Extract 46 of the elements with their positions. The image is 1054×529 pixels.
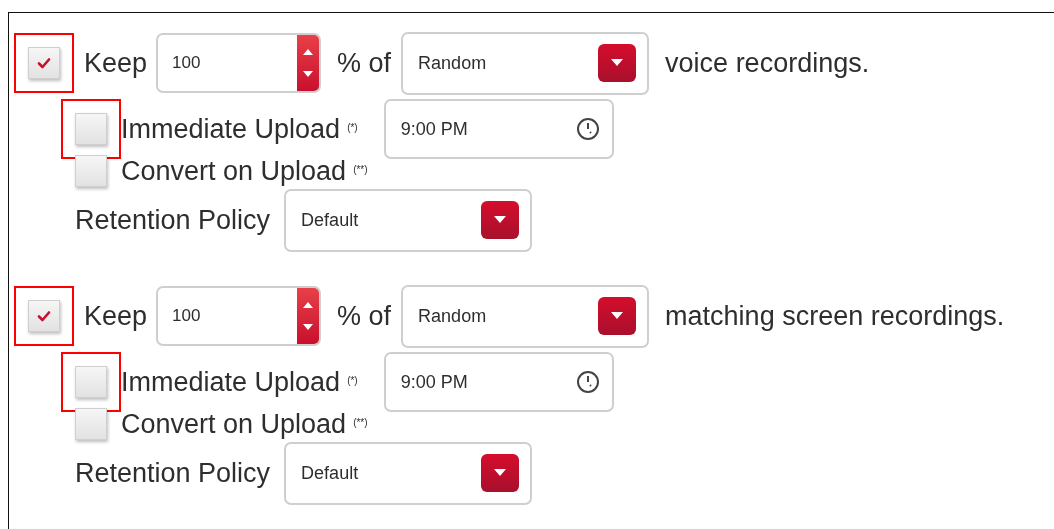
keep-label: Keep [84, 47, 148, 79]
checkbox-label: Immediate Upload [121, 366, 341, 398]
time-field[interactable]: 9:00 PM [383, 99, 614, 159]
checkbox-label: Convert on Upload [121, 408, 347, 440]
retention-policy-select[interactable]: Default [284, 188, 533, 252]
keep-label: Keep [84, 300, 148, 332]
footnote-mark: (*) [347, 121, 358, 133]
checkbox[interactable] [28, 300, 60, 332]
spinner-buttons[interactable] [297, 35, 320, 91]
checkbox[interactable] [75, 366, 107, 398]
sample-select[interactable]: Random [401, 284, 650, 348]
dropdown-button[interactable] [598, 297, 637, 335]
checkbox[interactable] [28, 47, 60, 79]
up-down-arrows-icon [303, 301, 314, 331]
caret-icon [494, 469, 507, 477]
up-down-arrows-icon [303, 48, 314, 78]
sample-select[interactable]: Random [401, 31, 650, 95]
checkbox[interactable] [75, 113, 107, 145]
retention-policy-select[interactable]: Default [284, 441, 533, 505]
percent-of-label: % of [337, 47, 392, 79]
recordings-label: voice recordings. [665, 47, 870, 79]
dropdown-button[interactable] [481, 201, 520, 239]
caret-icon [494, 216, 507, 224]
time-field[interactable]: 9:00 PM [383, 352, 614, 412]
retention-policy-label: Retention Policy [75, 457, 271, 489]
footnote-mark: (**) [353, 416, 368, 428]
percent-field[interactable]: 100 [156, 33, 322, 93]
caret-icon [611, 312, 624, 320]
checkbox[interactable] [75, 408, 107, 440]
recordings-label: matching screen recordings. [665, 300, 1005, 332]
percent-field[interactable]: 100 [156, 286, 322, 346]
checkmark-icon [36, 55, 52, 71]
dropdown-button[interactable] [481, 454, 520, 492]
percent-of-label: % of [337, 300, 392, 332]
footnote-mark: (**) [353, 163, 368, 175]
spinner-buttons[interactable] [297, 288, 320, 344]
dropdown-button[interactable] [598, 44, 637, 82]
footnote-mark: (*) [347, 374, 358, 386]
checkbox-label: Immediate Upload [121, 113, 341, 145]
retention-policy-label: Retention Policy [75, 204, 271, 236]
clock-icon [575, 370, 600, 394]
clock-icon [575, 117, 600, 141]
caret-icon [611, 59, 624, 67]
checkbox-label: Convert on Upload [121, 155, 347, 187]
checkbox[interactable] [75, 155, 107, 187]
checkmark-icon [36, 308, 52, 324]
